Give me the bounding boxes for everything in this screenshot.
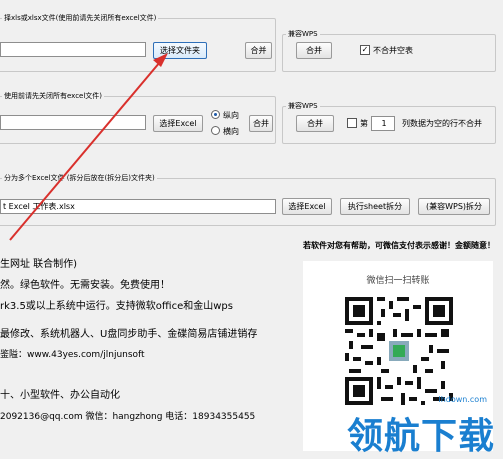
qr-caption: 微信扫一扫转账 [366,276,430,286]
info-line: 生网址 联合制作) [0,259,78,270]
info-line: rk3.5或以上系统中运行。支持微软office和金山wps [0,301,233,312]
info-line: 2092136@qq.com 微信：hangzhong 电话：189343554… [0,412,256,422]
qr-code-icon [345,297,453,405]
watermark-url: lhdown.com [438,395,487,404]
wechat-qr-panel: 微信扫一扫转账 lhdown.com 领航下载 [303,261,494,457]
watermark-logo: 领航下载 [346,416,495,457]
info-line: 然。绿色软件。无需安装。免费使用！ [0,280,170,291]
info-line: 最修改、系统机器人、U盘同步助手、金碟简易店铺进销存 [0,329,258,340]
donation-text: 若软件对您有帮助，可微信支付表示感谢！金额随意！ [303,241,495,250]
info-line: 鉴隘：www.43yes.com/jlnjunsoft [0,350,145,360]
info-line: 十、小型软件、办公自动化 [0,390,120,401]
